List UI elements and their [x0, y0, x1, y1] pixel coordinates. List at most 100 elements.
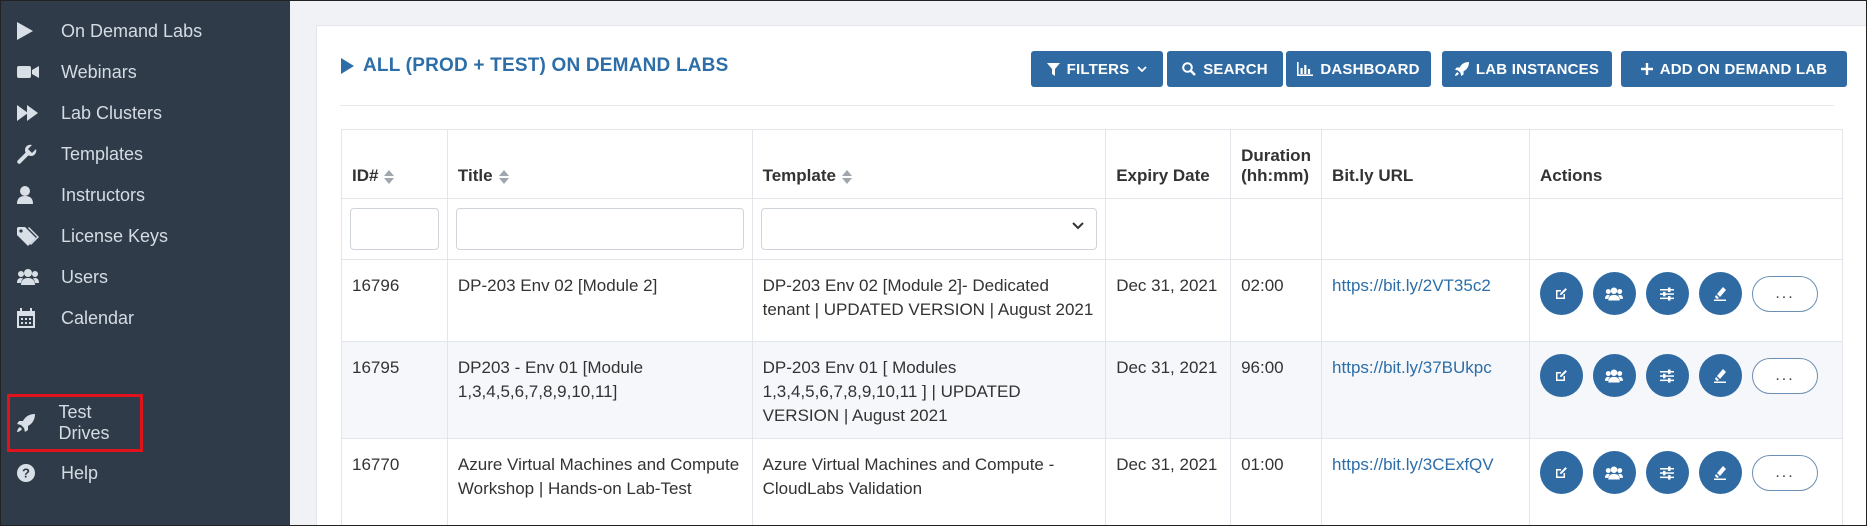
expand-triangle-icon [341, 58, 354, 74]
sort-icon [384, 169, 395, 184]
rocket-icon [1454, 62, 1469, 76]
template-filter-select[interactable] [760, 208, 1098, 250]
bitly-link[interactable]: https://bit.ly/2VT35c2 [1332, 276, 1491, 295]
cell-title: Azure Virtual Machines and Compute Works… [446, 438, 753, 525]
cell-template: Azure Virtual Machines and Compute - Clo… [751, 438, 1107, 525]
page-title[interactable]: ALL (PROD + TEST) ON DEMAND LABS [341, 55, 728, 77]
add-on-demand-lab-button[interactable]: ADD ON DEMAND LAB [1621, 51, 1847, 87]
users-button[interactable] [1592, 354, 1636, 397]
cell-template: DP-203 Env 02 [Module 2]- Dedicated tena… [751, 259, 1107, 342]
sidebar-item-help[interactable]: ? Help [13, 453, 275, 493]
sidebar-item-instructors[interactable]: Instructors [13, 175, 275, 215]
cell-title: DP-203 Env 02 [Module 2] [446, 259, 753, 342]
lab-instances-button[interactable]: LAB INSTANCES [1442, 51, 1612, 87]
labs-table: ID# Title Template Expiry Date Duration(… [341, 129, 1844, 525]
cell-expiry: Dec 31, 2021 [1105, 438, 1232, 525]
clean-button[interactable] [1698, 272, 1742, 315]
table-row: 16796 DP-203 Env 02 [Module 2] DP-203 En… [341, 259, 1844, 342]
divider [340, 105, 1834, 106]
question-circle-icon: ? [17, 462, 47, 484]
tag-icon [17, 225, 47, 247]
sidebar-item-label: Help [61, 462, 99, 483]
clean-button[interactable] [1698, 354, 1742, 397]
more-options-button[interactable]: ... [1751, 275, 1818, 312]
settings-button[interactable] [1645, 272, 1689, 315]
column-header-title[interactable]: Title [446, 129, 753, 199]
main-area: ALL (PROD + TEST) ON DEMAND LABS FILTERS… [290, 1, 1866, 525]
edit-icon [1556, 287, 1568, 299]
users-icon [1605, 368, 1624, 383]
more-options-button[interactable]: ... [1751, 454, 1818, 491]
edit-button[interactable] [1539, 272, 1583, 315]
column-header-actions: Actions [1528, 129, 1844, 199]
sliders-icon [1660, 466, 1675, 480]
sliders-icon [1660, 287, 1675, 301]
id-filter-input[interactable] [350, 208, 439, 250]
filters-button[interactable]: FILTERS [1031, 51, 1163, 87]
search-icon [1182, 62, 1197, 76]
column-header-template[interactable]: Template [751, 129, 1107, 199]
plus-icon [1640, 63, 1653, 75]
cell-id: 16770 [341, 438, 448, 525]
sidebar-item-label: Webinars [61, 61, 137, 82]
sidebar-item-label: Lab Clusters [61, 102, 163, 123]
users-icon [1605, 286, 1624, 301]
cell-id: 16796 [341, 259, 448, 342]
cell-expiry: Dec 31, 2021 [1105, 259, 1232, 342]
sidebar-item-calendar[interactable]: Calendar [13, 298, 275, 338]
app-window: On Demand Labs Webinars Lab Clusters Tem… [0, 0, 1867, 526]
page-title-text: ALL (PROD + TEST) ON DEMAND LABS [363, 55, 729, 76]
wrench-icon [17, 143, 47, 165]
sidebar-item-label: License Keys [61, 225, 169, 246]
sidebar-item-label: On Demand Labs [61, 20, 203, 41]
sidebar-item-on-demand-labs[interactable]: On Demand Labs [13, 11, 275, 51]
column-header-id[interactable]: ID# [341, 129, 448, 199]
row-actions: ... [1539, 451, 1832, 494]
sidebar-item-license-keys[interactable]: License Keys [13, 216, 275, 256]
bitly-link[interactable]: https://bit.ly/37BUkpc [1332, 358, 1492, 377]
column-header-bitly-url: Bit.ly URL [1321, 129, 1530, 199]
sidebar-item-users[interactable]: Users [13, 257, 275, 297]
sidebar-item-test-drives[interactable]: Test Drives [7, 394, 143, 452]
table-row: 16795 DP203 - Env 01 [Module 1,3,4,5,6,7… [341, 341, 1844, 439]
cell-template: DP-203 Env 01 [ Modules 1,3,4,5,6,7,8,9,… [751, 341, 1107, 439]
fast-forward-icon [17, 102, 47, 124]
title-filter-input[interactable] [455, 208, 744, 250]
sidebar-item-label: Instructors [61, 184, 146, 205]
column-header-duration: Duration (hh:mm) [1230, 129, 1323, 199]
users-icon [17, 266, 47, 288]
rocket-icon [17, 412, 44, 434]
user-icon [17, 184, 47, 206]
sidebar-item-templates[interactable]: Templates [13, 134, 275, 174]
chevron-down-icon [1137, 65, 1148, 72]
users-icon [1605, 465, 1624, 480]
users-button[interactable] [1592, 451, 1636, 494]
clean-button[interactable] [1698, 451, 1742, 494]
sidebar-item-webinars[interactable]: Webinars [13, 52, 275, 92]
svg-text:?: ? [22, 466, 30, 481]
sidebar-item-lab-clusters[interactable]: Lab Clusters [13, 93, 275, 133]
sidebar-item-label: Users [61, 266, 109, 287]
sidebar-item-label: Calendar [61, 307, 135, 328]
dashboard-button[interactable]: DASHBOARD [1286, 51, 1431, 87]
calendar-icon [17, 307, 47, 329]
sidebar: On Demand Labs Webinars Lab Clusters Tem… [1, 1, 290, 525]
eraser-icon [1714, 369, 1727, 383]
cell-expiry: Dec 31, 2021 [1105, 341, 1232, 439]
cell-duration: 01:00 [1230, 438, 1323, 525]
sidebar-item-label: Test Drives [58, 402, 110, 443]
chevron-down-icon [1072, 222, 1084, 230]
edit-button[interactable] [1539, 354, 1583, 397]
bitly-link[interactable]: https://bit.ly/3CExfQV [1332, 455, 1494, 474]
edit-button[interactable] [1539, 451, 1583, 494]
row-actions: ... [1539, 272, 1832, 315]
sort-icon [498, 169, 509, 184]
sliders-icon [1660, 369, 1675, 383]
settings-button[interactable] [1645, 354, 1689, 397]
cell-duration: 96:00 [1230, 341, 1323, 439]
search-button[interactable]: SEARCH [1167, 51, 1283, 87]
users-button[interactable] [1592, 272, 1636, 315]
more-options-button[interactable]: ... [1751, 357, 1818, 394]
settings-button[interactable] [1645, 451, 1689, 494]
cell-title: DP203 - Env 01 [Module 1,3,4,5,6,7,8,9,1… [446, 341, 753, 439]
